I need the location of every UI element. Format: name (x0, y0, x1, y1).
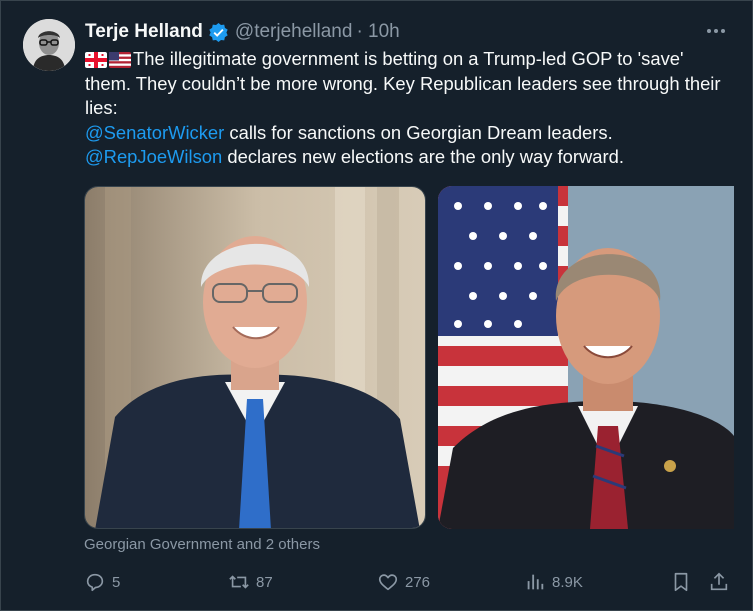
author-handle[interactable]: @terjehelland (235, 21, 353, 43)
reply-button[interactable]: 5 (84, 571, 120, 593)
author-name[interactable]: Terje Helland (85, 21, 203, 43)
tweet-paragraph-3: @RepJoeWilson declares new elections are… (85, 145, 725, 170)
action-bar: 5 87 276 8.9K (84, 571, 734, 595)
mention-repjoewilson[interactable]: @RepJoeWilson (85, 146, 222, 167)
tweet-line-1: The illegitimate government is betting o… (85, 48, 721, 118)
reply-count: 5 (112, 573, 121, 591)
tweet-line-3: declares new elections are the only way … (222, 146, 624, 167)
bookmark-icon (674, 572, 688, 592)
tweet-header: Terje Helland @terjehelland · 10h (85, 20, 400, 44)
views-icon (527, 574, 544, 590)
timestamp[interactable]: · 10h (356, 21, 399, 43)
like-button[interactable]: 276 (377, 571, 430, 593)
views-button[interactable]: 8.9K (524, 571, 583, 593)
more-icon[interactable] (702, 19, 730, 43)
like-count: 276 (405, 573, 431, 591)
tweet-paragraph-2: @SenatorWicker calls for sanctions on Ge… (85, 121, 725, 146)
media-grid (84, 186, 734, 529)
verified-badge-icon (209, 22, 228, 42)
usa-flag-icon (109, 52, 131, 68)
avatar[interactable] (23, 19, 75, 71)
photo-senator-wicker[interactable] (84, 186, 426, 529)
views-count: 8.9K (552, 573, 583, 591)
photo-rep-joe-wilson[interactable] (438, 186, 734, 529)
georgia-flag-icon (85, 52, 107, 68)
flag-emojis (85, 52, 131, 68)
tweet-text: The illegitimate government is betting o… (85, 47, 725, 170)
reply-icon (86, 573, 104, 592)
repost-count: 87 (256, 573, 273, 591)
repost-icon (229, 575, 249, 589)
like-icon (378, 574, 398, 591)
share-icon (710, 572, 728, 591)
tweet-paragraph-1: The illegitimate government is betting o… (85, 47, 725, 121)
tweet-line-2: calls for sanctions on Georgian Dream le… (224, 121, 613, 143)
share-button[interactable] (708, 571, 736, 593)
bookmark-button[interactable] (670, 571, 698, 593)
repost-button[interactable]: 87 (228, 571, 273, 593)
media-tagline[interactable]: Georgian Government and 2 others (84, 536, 320, 553)
mention-senatorwicker[interactable]: @SenatorWicker (85, 122, 224, 143)
